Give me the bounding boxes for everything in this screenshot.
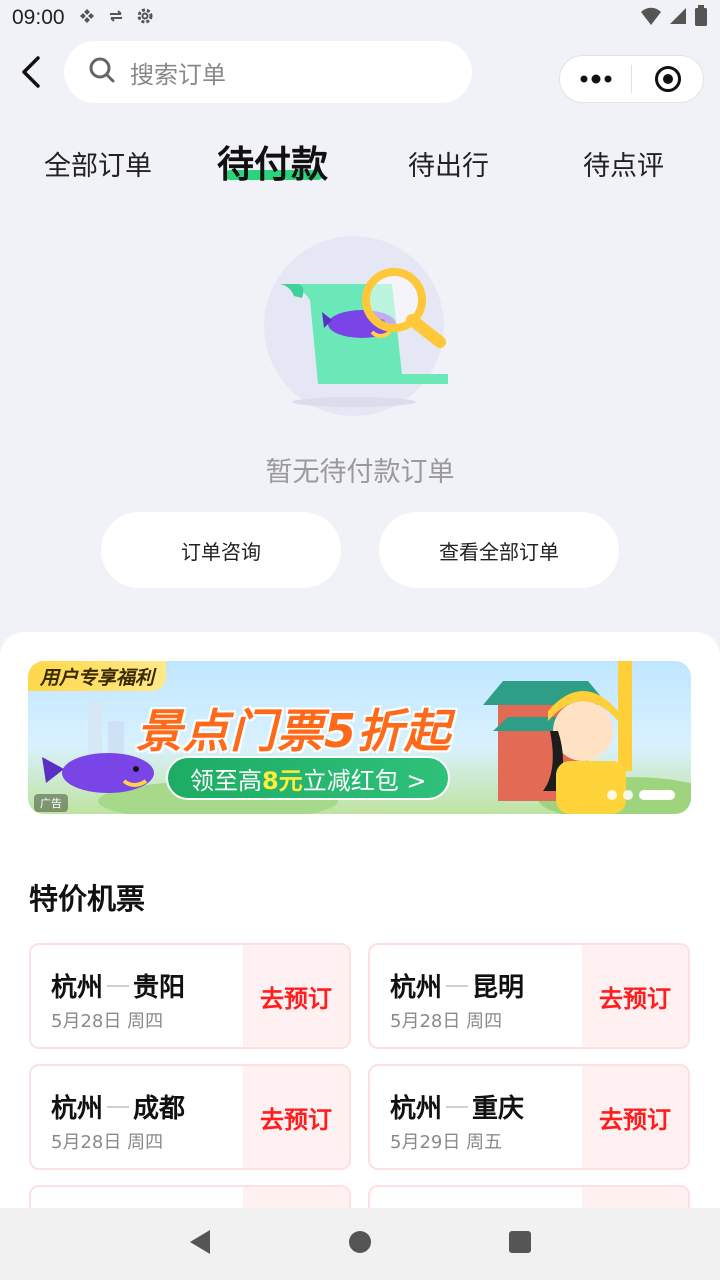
empty-state-message: 暂无待付款订单 [265,457,455,488]
flight-date: 5月28日 周四 [51,1132,164,1153]
route-destination: 昆明 [472,973,525,1003]
notification-icon [77,6,97,31]
section-title: 特价机票 [29,882,146,916]
route-dash [107,984,130,987]
mini-program-capsule [559,55,704,103]
promo-banner[interactable]: 用户专享福利 景点门票5折起 领至高 8元 立减红包 > 广告 [28,661,691,814]
target-icon [654,66,681,92]
carousel-dot-active [639,790,675,800]
close-mini-program-button[interactable] [632,56,703,102]
book-button[interactable]: 去预订 [243,945,349,1047]
system-navigation-bar [0,1208,720,1280]
search-input[interactable]: 搜索订单 [64,41,472,103]
flight-date: 5月28日 周四 [51,1011,164,1032]
tab-all-orders[interactable]: 全部订单 [44,144,152,183]
flight-route: 杭州 昆明 [390,967,524,1004]
settings-icon [135,6,155,31]
book-button[interactable]: 去预订 [243,1066,349,1168]
route-dash [446,984,469,987]
route-origin: 杭州 [51,1094,104,1124]
order-tabs: 全部订单 待付款 待出行 待点评 [0,130,720,190]
nav-home-button[interactable] [348,1230,372,1258]
square-recents-icon [509,1231,531,1253]
flight-route: 杭州 重庆 [390,1088,524,1125]
back-button[interactable] [12,54,48,90]
nav-back-button[interactable] [188,1229,212,1259]
banner-sub-highlight: 8元 [262,766,303,795]
data-sync-icon [107,6,125,30]
route-origin: 杭州 [51,973,104,1003]
flight-card[interactable]: 杭州 重庆 5月29日 周五 去预订 [368,1064,690,1170]
route-destination: 重庆 [472,1094,525,1124]
flight-route: 杭州 成都 [51,1088,185,1125]
order-inquiry-button[interactable]: 订单咨询 [101,512,341,588]
flight-card[interactable]: 杭州 昆明 5月28日 周四 去预订 [368,943,690,1049]
flight-date: 5月29日 周五 [390,1132,503,1153]
book-button[interactable]: 去预订 [582,945,688,1047]
more-dots-icon [580,74,611,84]
carousel-dot [607,790,617,800]
flight-card[interactable]: 杭州 贵阳 5月28日 周四 去预订 [29,943,351,1049]
route-origin: 杭州 [390,1094,443,1124]
carousel-indicator [607,790,675,800]
route-dash [446,1105,469,1108]
tab-pending-review[interactable]: 待点评 [583,144,664,183]
triangle-back-icon [190,1230,210,1254]
route-destination: 成都 [133,1094,186,1124]
book-button[interactable]: 去预订 [582,1066,688,1168]
banner-sub-prefix: 领至高 [190,766,262,795]
view-all-orders-button[interactable]: 查看全部订单 [379,512,619,588]
flight-date: 5月28日 周四 [390,1011,503,1032]
battery-icon [694,4,708,32]
chevron-left-icon [22,56,40,88]
route-dash [107,1105,130,1108]
banner-tag: 用户专享福利 [28,661,167,691]
search-icon [88,56,116,88]
search-placeholder: 搜索订单 [130,60,226,89]
flight-route: 杭州 贵阳 [51,967,185,1004]
empty-state-illustration [262,234,458,430]
wifi-icon [640,6,662,31]
status-time: 09:00 [12,6,65,29]
flight-card[interactable]: 杭州 成都 5月28日 周四 去预订 [29,1064,351,1170]
tab-pending-travel[interactable]: 待出行 [408,144,489,183]
carousel-dot [623,790,633,800]
banner-headline: 景点门票5折起 [136,704,452,758]
status-bar: 09:00 [0,0,720,36]
banner-sub-suffix: 立减红包 > [302,766,427,795]
tab-pending-payment[interactable]: 待付款 [217,134,328,188]
more-button[interactable] [560,56,631,102]
signal-icon [668,6,688,31]
banner-coupon-pill[interactable]: 领至高 8元 立减红包 > [166,756,451,800]
circle-home-icon [349,1231,371,1253]
route-destination: 贵阳 [133,973,186,1003]
route-origin: 杭州 [390,973,443,1003]
nav-recents-button[interactable] [508,1230,532,1258]
ad-label: 广告 [34,794,68,812]
